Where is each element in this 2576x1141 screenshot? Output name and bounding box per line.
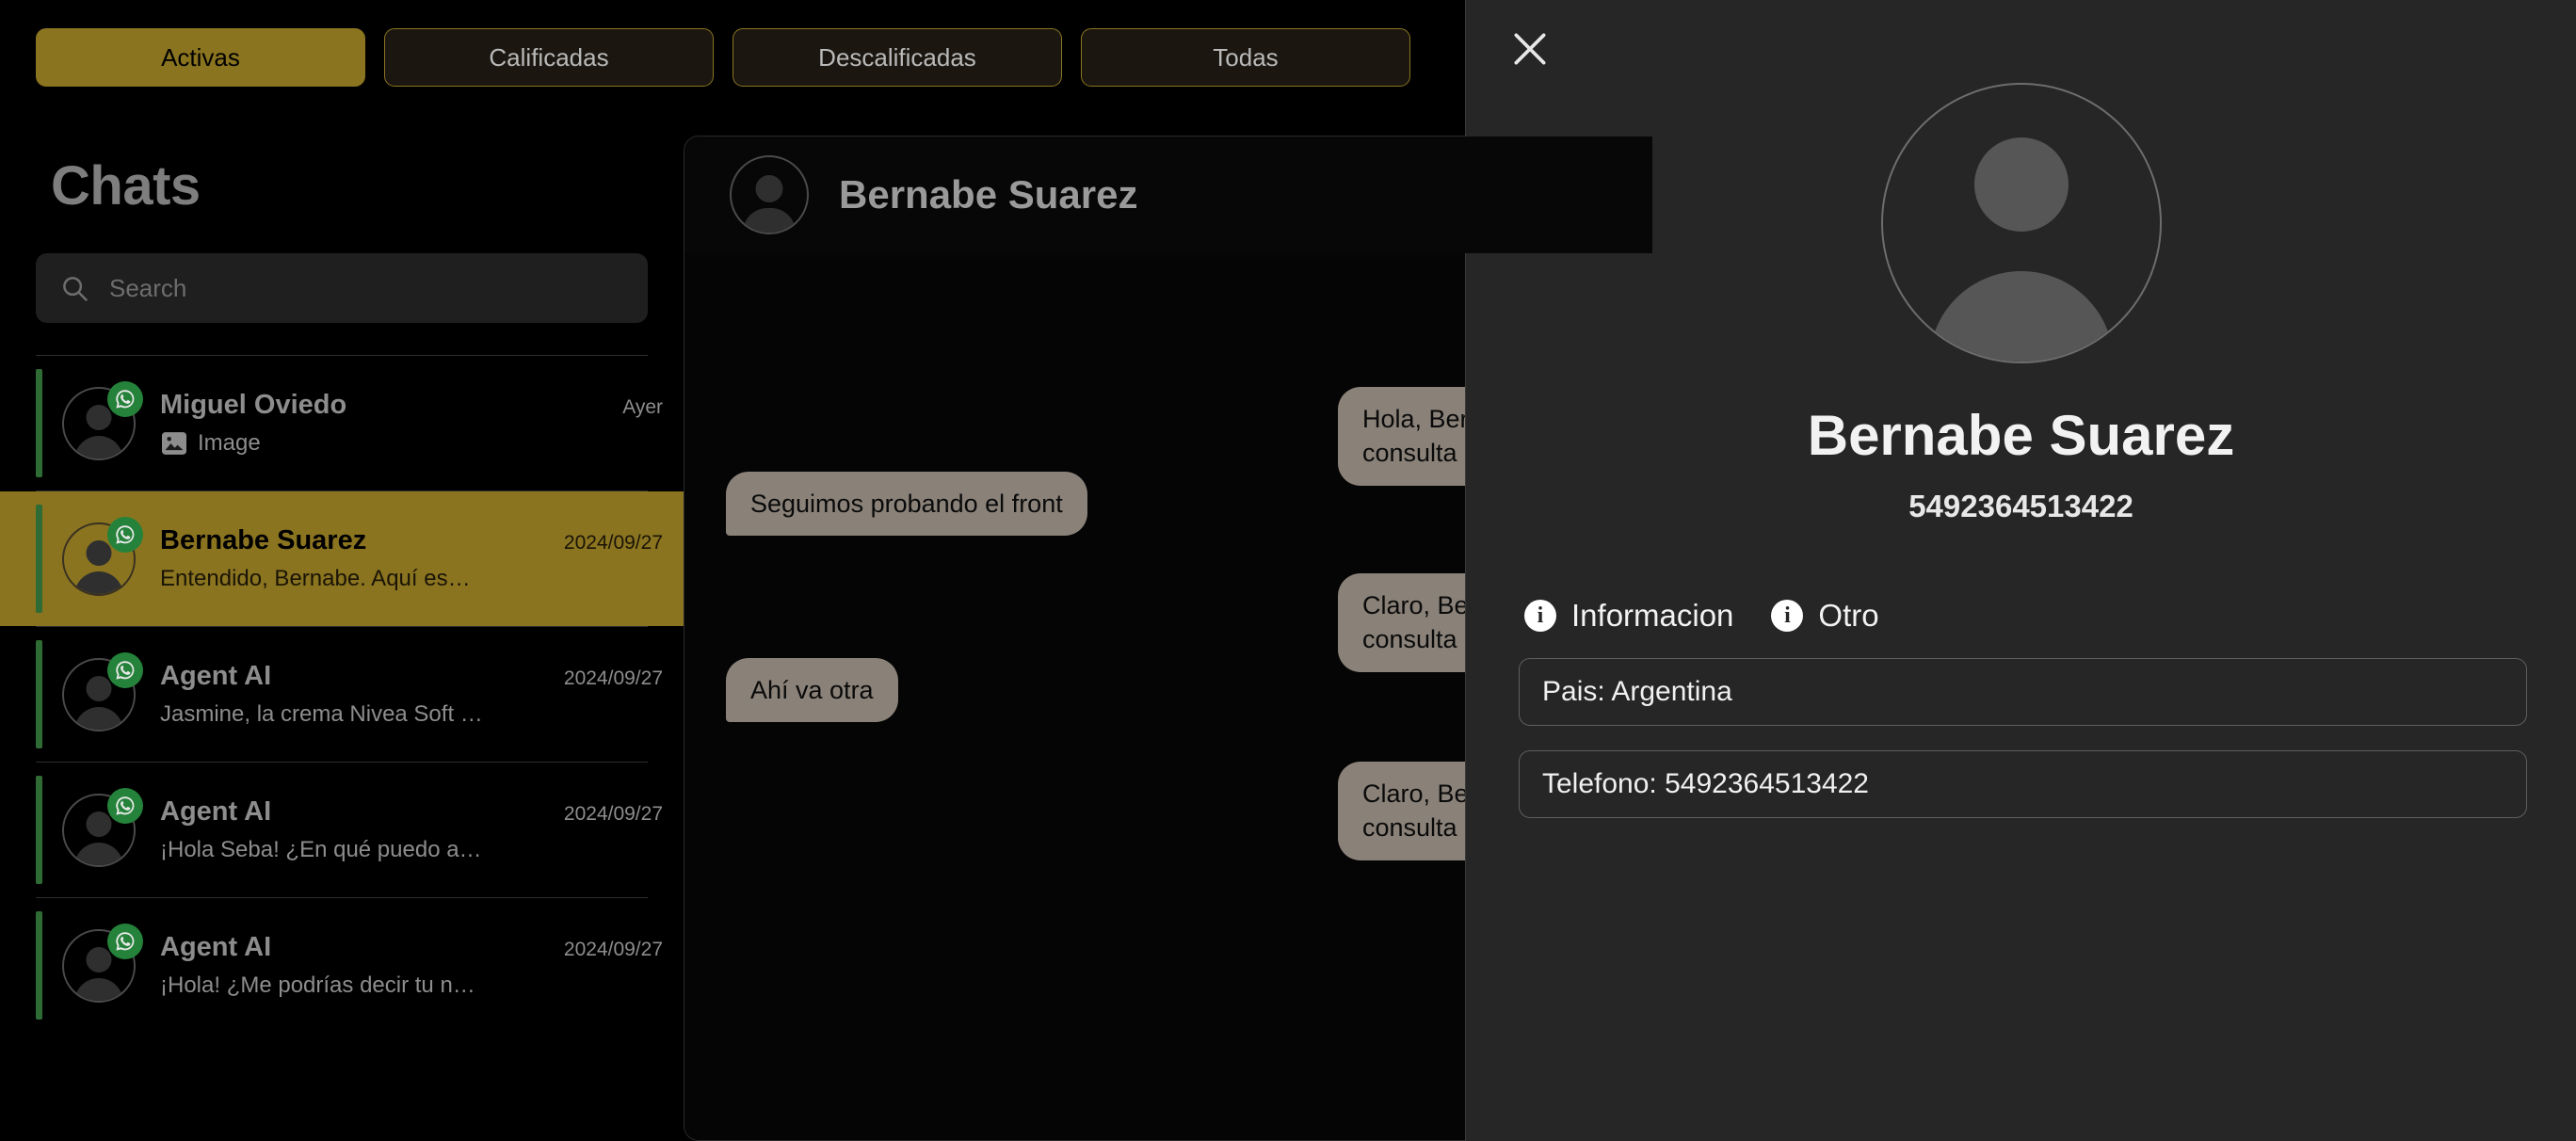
chat-list-item-preview-text: Image xyxy=(198,430,261,456)
whatsapp-icon xyxy=(107,380,143,417)
chat-list-item-preview: Jasmine, la crema Nivea Soft … xyxy=(160,701,663,728)
unread-accent-bar xyxy=(36,911,42,1020)
chat-list-item-content: Agent AI 2024/09/27 Jasmine, la crema Nive… xyxy=(160,661,663,728)
chat-list-item[interactable]: Agent AI 2024/09/27 ¡Hola! ¿Me podrías dec… xyxy=(0,898,684,1033)
conversation-header: Bernabe Suarez xyxy=(684,137,1652,253)
contact-field-telefono-text: Telefono: 5492364513422 xyxy=(1542,768,1869,799)
contact-field-pais-text: Pais: Argentina xyxy=(1542,676,1732,707)
info-icon: i xyxy=(1524,600,1556,632)
chat-list-item-preview-text: Entendido, Bernabe. Aquí es… xyxy=(160,566,471,591)
contact-tab-otro-label: Otro xyxy=(1818,598,1879,633)
chat-list-item-content: Agent AI 2024/09/27 ¡Hola Seba! ¿En qué pu… xyxy=(160,796,663,863)
chat-list-item[interactable]: Miguel Oviedo Ayer Image xyxy=(0,356,684,490)
image-icon xyxy=(162,432,186,455)
close-icon[interactable] xyxy=(1505,24,1554,73)
chat-list-item-name: Agent AI xyxy=(160,932,272,962)
chat-list-item-preview-text: Jasmine, la crema Nivea Soft … xyxy=(160,701,483,727)
contact-field-pais[interactable]: Pais: Argentina xyxy=(1519,658,2527,726)
tab-activas-label: Activas xyxy=(161,42,240,72)
chat-list: Miguel Oviedo Ayer Image Bernabe Suarez 2024… xyxy=(0,355,684,1033)
chat-list-item-name: Bernabe Suarez xyxy=(160,525,367,555)
unread-accent-bar xyxy=(36,776,42,884)
chat-list-panel: Chats Miguel Oviedo Ayer Image Bernabe Suar… xyxy=(0,115,684,1141)
search-input[interactable] xyxy=(109,273,623,303)
unread-accent-bar xyxy=(36,369,42,477)
unread-accent-bar xyxy=(36,640,42,748)
tab-descalificadas[interactable]: Descalificadas xyxy=(733,28,1062,87)
tab-todas[interactable]: Todas xyxy=(1081,28,1410,87)
chat-list-item[interactable]: Agent AI 2024/09/27 ¡Hola Seba! ¿En qué pu… xyxy=(0,763,684,897)
contact-tab-informacion-label: Informacion xyxy=(1571,598,1734,633)
message-bubble: Seguimos probando el front xyxy=(726,472,1087,537)
chat-list-item-preview-text: ¡Hola! ¿Me podrías decir tu n… xyxy=(160,972,475,998)
chat-list-item-content: Miguel Oviedo Ayer Image xyxy=(160,390,663,457)
avatar-with-channel-badge xyxy=(62,651,143,731)
search-icon xyxy=(60,274,89,302)
chat-list-item-name: Miguel Oviedo xyxy=(160,390,347,420)
contact-info-tabs: i Informacion i Otro xyxy=(1524,598,2576,634)
chat-list-item-preview: Image xyxy=(160,430,663,457)
chat-list-item[interactable]: Bernabe Suarez 2024/09/27 Entendido, Berna… xyxy=(0,491,684,626)
chat-list-item-name: Agent AI xyxy=(160,661,272,691)
whatsapp-icon xyxy=(107,516,143,553)
chat-list-item-time: 2024/09/27 xyxy=(563,532,663,554)
search-box[interactable] xyxy=(36,253,648,323)
avatar-with-channel-badge xyxy=(62,516,143,596)
filter-tab-bar: Activas Calificadas Descalificadas Todas xyxy=(0,0,1653,115)
info-icon: i xyxy=(1771,600,1804,632)
chat-list-item-time: 2024/09/27 xyxy=(563,939,663,960)
chat-list-item-preview: ¡Hola Seba! ¿En qué puedo a… xyxy=(160,837,663,863)
tab-calificadas-label: Calificadas xyxy=(489,42,609,72)
whatsapp-icon xyxy=(107,787,143,824)
chat-list-item-time: 2024/09/27 xyxy=(563,667,663,689)
chat-list-item-name: Agent AI xyxy=(160,796,272,827)
tab-activas[interactable]: Activas xyxy=(36,28,365,87)
contact-tab-otro[interactable]: i Otro xyxy=(1771,598,1879,634)
avatar xyxy=(730,155,809,234)
whatsapp-icon xyxy=(107,923,143,959)
avatar-with-channel-badge xyxy=(62,787,143,867)
whatsapp-icon xyxy=(107,651,143,688)
message-bubble: Ahí va otra xyxy=(726,658,898,723)
contact-tab-informacion[interactable]: i Informacion xyxy=(1524,598,1733,634)
contact-field-telefono[interactable]: Telefono: 5492364513422 xyxy=(1519,750,2527,818)
contact-phone: 5492364513422 xyxy=(1908,489,2133,523)
tab-todas-label: Todas xyxy=(1213,42,1279,72)
avatar-with-channel-badge xyxy=(62,923,143,1003)
chat-list-item-preview: ¡Hola! ¿Me podrías decir tu n… xyxy=(160,972,663,999)
chat-list-item-content: Bernabe Suarez 2024/09/27 Entendido, Berna… xyxy=(160,525,663,592)
contact-avatar xyxy=(1880,83,2162,363)
tab-descalificadas-label: Descalificadas xyxy=(818,42,976,72)
unread-accent-bar xyxy=(36,505,42,613)
tab-calificadas[interactable]: Calificadas xyxy=(384,28,714,87)
chat-list-item-preview-text: ¡Hola Seba! ¿En qué puedo a… xyxy=(160,837,482,862)
chat-list-item-preview: Entendido, Bernabe. Aquí es… xyxy=(160,566,663,592)
avatar-with-channel-badge xyxy=(62,380,143,460)
chat-list-item[interactable]: Agent AI 2024/09/27 Jasmine, la crema Nive… xyxy=(0,627,684,762)
page-title: Chats xyxy=(51,155,201,217)
chat-list-item-time: 2024/09/27 xyxy=(563,803,663,825)
contact-name: Bernabe Suarez xyxy=(1807,404,2235,467)
chat-list-item-time: Ayer xyxy=(622,396,663,418)
conversation-title: Bernabe Suarez xyxy=(839,172,1138,217)
chat-list-item-content: Agent AI 2024/09/27 ¡Hola! ¿Me podrías dec… xyxy=(160,932,663,999)
